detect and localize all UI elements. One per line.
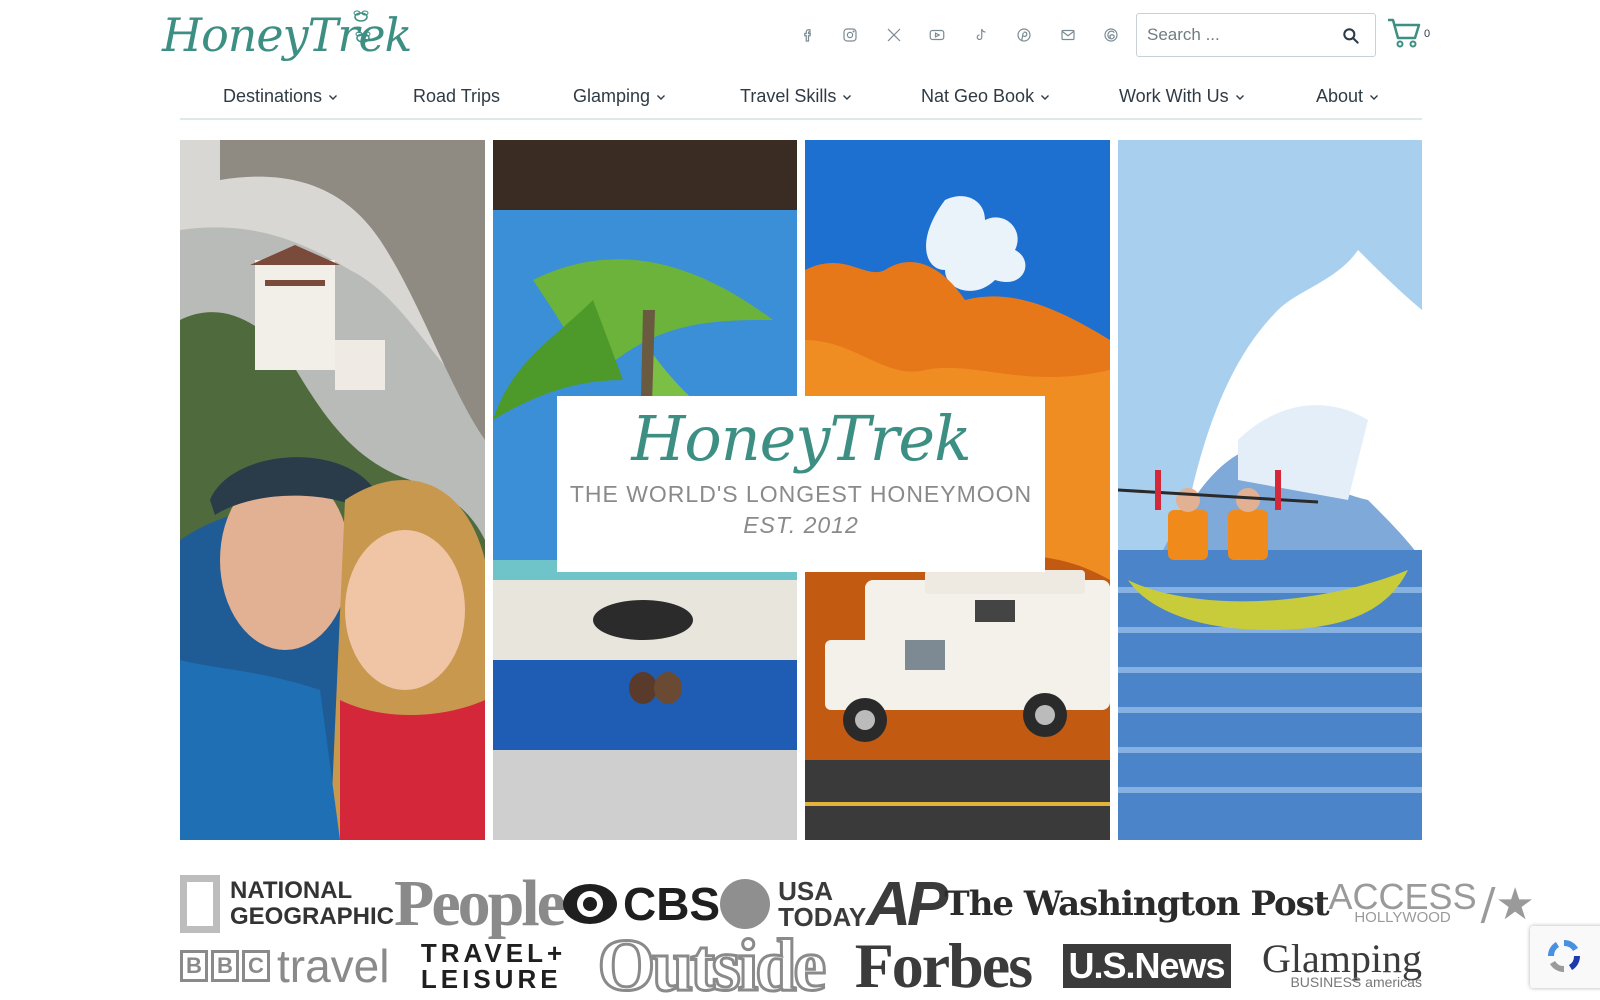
bbc-c: C bbox=[242, 950, 270, 982]
nav-label: Nat Geo Book bbox=[921, 86, 1035, 106]
press-logos: NATIONAL GEOGRAPHIC People CBS USA TODAY… bbox=[180, 867, 1535, 1000]
chevron-down-icon bbox=[1235, 94, 1244, 100]
threads-icon[interactable] bbox=[1090, 20, 1134, 50]
natgeo-line1: NATIONAL bbox=[230, 877, 353, 904]
cart-count: 0 bbox=[1424, 28, 1431, 40]
logo-outside: Outside bbox=[596, 923, 828, 1000]
logo-travel-leisure: TRAVEL+ LEISURE bbox=[421, 940, 566, 992]
bbc-b1: B bbox=[180, 950, 208, 982]
nav-label: Road Trips bbox=[413, 86, 501, 106]
recaptcha-badge[interactable] bbox=[1530, 926, 1600, 988]
hero-photo-kayak-iceberg bbox=[1118, 140, 1422, 840]
logo-access-hollywood: ACCESS HOLLYWOOD /★ bbox=[1329, 879, 1535, 930]
natgeo-line2: GEOGRAPHIC bbox=[230, 903, 395, 930]
bbc-b2: B bbox=[211, 950, 239, 982]
cbs-eye-icon bbox=[562, 884, 617, 924]
nav-travel-skills[interactable]: Travel Skills bbox=[740, 86, 852, 107]
hero-title-card: HoneyTrek THE WORLD'S LONGEST HONEYMOON … bbox=[557, 396, 1045, 572]
nav-about[interactable]: About bbox=[1316, 86, 1379, 107]
instagram-icon[interactable] bbox=[829, 20, 873, 50]
facebook-icon[interactable] bbox=[785, 20, 829, 50]
tiktok-icon[interactable] bbox=[959, 20, 1003, 50]
logo-people: People bbox=[394, 867, 566, 940]
nav-label: Work With Us bbox=[1119, 86, 1229, 106]
logo-washington-post: The Washington Post bbox=[944, 884, 1329, 924]
hero-collage: HoneyTrek THE WORLD'S LONGEST HONEYMOON … bbox=[180, 140, 1422, 840]
tl-line1: TRAVEL+ bbox=[420, 938, 567, 968]
nav-road-trips[interactable]: Road Trips bbox=[413, 86, 500, 107]
recaptcha-icon bbox=[1547, 939, 1581, 973]
logo-forbes: Forbes bbox=[854, 930, 1033, 1000]
social-links bbox=[785, 20, 1133, 50]
chevron-down-icon bbox=[843, 94, 852, 100]
nav-label: Destinations bbox=[223, 86, 323, 106]
chevron-down-icon bbox=[657, 94, 666, 100]
x-twitter-icon[interactable] bbox=[872, 20, 916, 50]
logo-usa-today: USA TODAY bbox=[720, 878, 866, 930]
main-nav: Destinations Road Trips Glamping Travel … bbox=[180, 76, 1422, 120]
nav-label: Travel Skills bbox=[740, 86, 837, 106]
email-icon[interactable] bbox=[1046, 20, 1090, 50]
logo-national-geographic: NATIONAL GEOGRAPHIC bbox=[180, 875, 394, 933]
search-input[interactable] bbox=[1137, 15, 1327, 55]
bee-icon bbox=[353, 10, 371, 43]
usa-line1: USA bbox=[778, 876, 833, 906]
youtube-icon[interactable] bbox=[916, 20, 960, 50]
hero-tagline: THE WORLD'S LONGEST HONEYMOON bbox=[569, 481, 1033, 507]
pinterest-icon[interactable] bbox=[1003, 20, 1047, 50]
nav-glamping[interactable]: Glamping bbox=[573, 86, 666, 107]
natgeo-border-icon bbox=[180, 875, 220, 933]
usa-today-dot-icon bbox=[720, 879, 771, 929]
logo-us-news: U.S.News bbox=[1062, 944, 1231, 988]
nav-work-with-us[interactable]: Work With Us bbox=[1119, 86, 1245, 107]
chevron-down-icon bbox=[329, 94, 338, 100]
nav-destinations[interactable]: Destinations bbox=[223, 86, 338, 107]
search-icon[interactable] bbox=[1341, 26, 1361, 46]
cart-icon bbox=[1388, 18, 1421, 48]
bbc-travel-text: travel bbox=[277, 940, 390, 992]
cart-button[interactable]: 0 bbox=[1386, 16, 1432, 52]
chevron-down-icon bbox=[1370, 94, 1379, 100]
tl-line2: LEISURE bbox=[420, 964, 562, 994]
logo-glamping-business: Glamping BUSINESS americas bbox=[1262, 939, 1422, 990]
site-logo[interactable]: HoneyTrek bbox=[162, 4, 412, 66]
star-icon: /★ bbox=[1480, 878, 1535, 930]
search-box bbox=[1136, 13, 1376, 57]
chevron-down-icon bbox=[1041, 94, 1050, 100]
hero-established: EST. 2012 bbox=[743, 512, 859, 538]
hero-logo: HoneyTrek bbox=[631, 402, 971, 475]
nav-label: About bbox=[1316, 86, 1364, 106]
logo-bbc-travel: B B C travel bbox=[180, 939, 389, 993]
hero-photo-bhutan-couple bbox=[180, 140, 485, 840]
nav-nat-geo-book[interactable]: Nat Geo Book bbox=[921, 86, 1050, 107]
nav-label: Glamping bbox=[573, 86, 651, 106]
